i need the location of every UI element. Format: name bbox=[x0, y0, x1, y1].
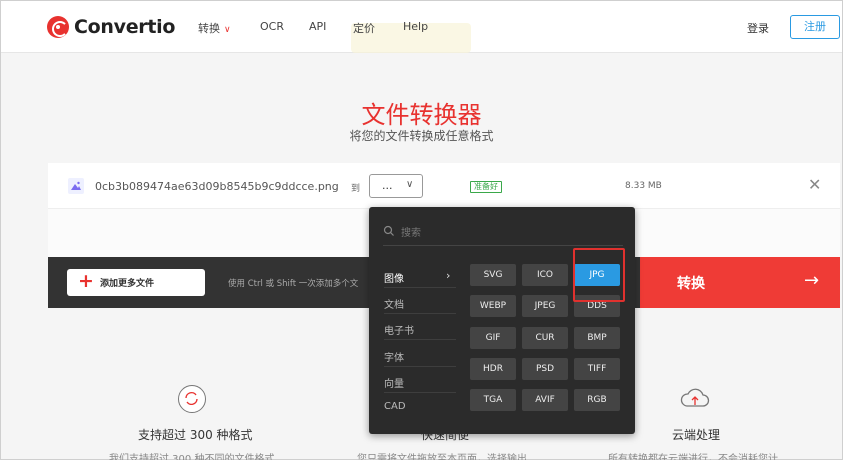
nav-api[interactable]: API bbox=[309, 20, 326, 33]
category-cad[interactable]: CAD bbox=[384, 401, 459, 412]
format-option-selected[interactable]: JPG bbox=[574, 264, 620, 286]
category-divider bbox=[384, 287, 456, 288]
format-option[interactable]: HDR bbox=[470, 358, 516, 380]
feature-title-cloud: 云端处理 bbox=[672, 428, 721, 442]
convert-label: 转换 bbox=[677, 276, 705, 292]
logo-text: Convertio bbox=[74, 16, 176, 38]
category-divider bbox=[384, 313, 456, 314]
category-image[interactable]: 图像 › bbox=[384, 269, 459, 285]
format-option[interactable]: PSD bbox=[522, 358, 568, 380]
format-select-value: ... bbox=[382, 179, 393, 192]
arrow-right-icon: → bbox=[804, 270, 820, 291]
top-header: Convertio 转换 ∨ OCR API 定价 Help 登录 注册 bbox=[1, 1, 842, 53]
format-option[interactable]: GIF bbox=[470, 327, 516, 349]
chevron-down-icon: ∨ bbox=[224, 25, 231, 35]
page-title: 文件转换器 bbox=[361, 101, 482, 129]
feature-desc-formats: 我们支持超过 300 种不同的文件格式 bbox=[109, 454, 275, 460]
chevron-right-icon: › bbox=[446, 269, 451, 282]
format-option[interactable]: BMP bbox=[574, 327, 620, 349]
format-select[interactable]: ... ∨ bbox=[369, 174, 423, 198]
nav-pricing[interactable]: 定价 bbox=[353, 20, 375, 36]
multi-select-hint: 使用 Ctrl 或 Shift 一次添加多个文 bbox=[228, 279, 359, 289]
format-option[interactable]: CUR bbox=[522, 327, 568, 349]
to-label: 到 bbox=[351, 184, 361, 194]
chevron-down-icon: ∨ bbox=[406, 179, 414, 190]
convert-button[interactable]: 转换 → bbox=[640, 257, 840, 308]
file-row: 0cb3b089474ae63d09b8545b9c9ddcce.png 到 .… bbox=[48, 163, 840, 209]
category-divider bbox=[384, 339, 456, 340]
search-placeholder: 搜索 bbox=[401, 228, 421, 239]
category-font[interactable]: 字体 bbox=[384, 349, 459, 364]
category-image-label: 图像 bbox=[384, 274, 404, 285]
file-size: 8.33 MB bbox=[625, 181, 662, 191]
plus-icon: + bbox=[78, 270, 94, 292]
category-divider bbox=[384, 392, 456, 393]
format-option[interactable]: ICO bbox=[522, 264, 568, 286]
feature-desc-cloud: 所有转换都在云端进行，不会消耗您计 bbox=[608, 454, 778, 460]
feature-desc-fast: 您只需将文件拖放至本页面，选择输出 bbox=[357, 454, 527, 460]
category-divider bbox=[384, 366, 456, 367]
format-option[interactable]: WEBP bbox=[470, 295, 516, 317]
login-link[interactable]: 登录 bbox=[747, 20, 769, 36]
logo[interactable]: Convertio bbox=[47, 15, 175, 39]
format-dropdown: 搜索 图像 › 文档 电子书 字体 向量 CAD SVG ICO JPG WEB… bbox=[369, 207, 635, 434]
cloud-upload-icon bbox=[680, 385, 710, 413]
feature-title-formats: 支持超过 300 种格式 bbox=[138, 428, 253, 442]
format-option[interactable]: JPEG bbox=[522, 295, 568, 317]
category-ebook[interactable]: 电子书 bbox=[384, 322, 459, 337]
search-icon bbox=[383, 225, 394, 236]
add-more-files-button[interactable]: + 添加更多文件 bbox=[67, 269, 205, 296]
category-document[interactable]: 文档 bbox=[384, 296, 459, 311]
signup-button[interactable]: 注册 bbox=[790, 15, 840, 39]
format-option[interactable]: TIFF bbox=[574, 358, 620, 380]
convertio-logo-icon bbox=[47, 16, 69, 38]
format-option[interactable]: SVG bbox=[470, 264, 516, 286]
add-more-files-label: 添加更多文件 bbox=[100, 279, 155, 289]
nav-convert-label: 转换 bbox=[198, 22, 220, 35]
image-file-icon bbox=[68, 178, 84, 194]
format-option[interactable]: TGA bbox=[470, 389, 516, 411]
status-badge: 准备好 bbox=[470, 181, 502, 193]
file-name: 0cb3b089474ae63d09b8545b9c9ddcce.png bbox=[95, 180, 339, 193]
nav-convert[interactable]: 转换 ∨ bbox=[198, 20, 231, 36]
refresh-icon bbox=[178, 385, 206, 413]
nav-ocr[interactable]: OCR bbox=[260, 20, 284, 33]
nav-help[interactable]: Help bbox=[403, 20, 428, 33]
close-icon[interactable]: ✕ bbox=[808, 175, 821, 194]
format-option[interactable]: RGB bbox=[574, 389, 620, 411]
category-vector[interactable]: 向量 bbox=[384, 375, 459, 390]
format-option[interactable]: DDS bbox=[574, 295, 620, 317]
format-search[interactable]: 搜索 bbox=[383, 224, 623, 246]
page-subtitle: 将您的文件转换成任意格式 bbox=[349, 129, 494, 143]
format-option[interactable]: AVIF bbox=[522, 389, 568, 411]
